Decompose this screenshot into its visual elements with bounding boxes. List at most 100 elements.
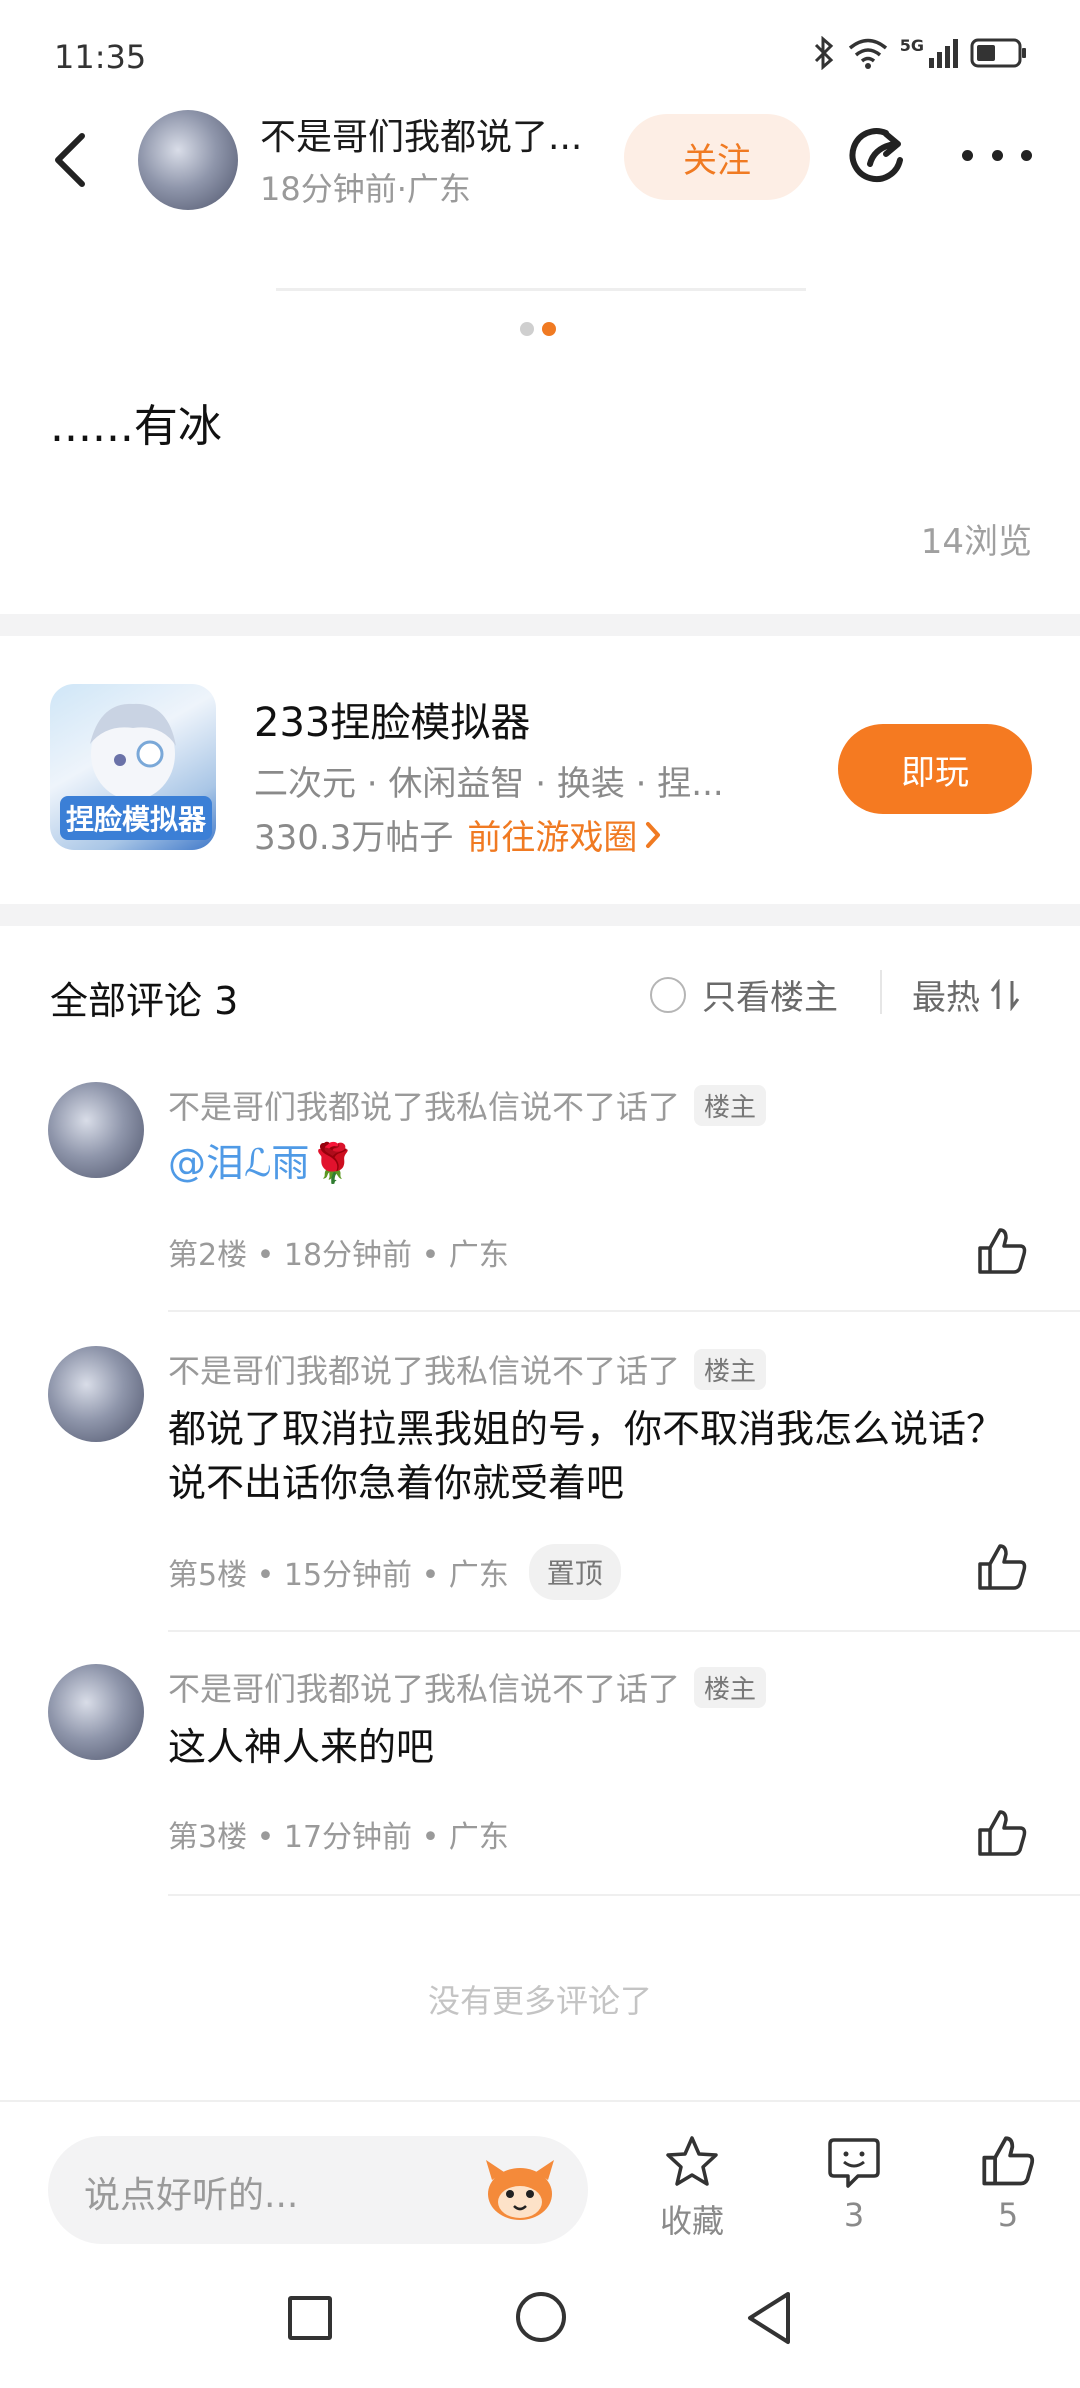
status-bar: 11:35 5G (0, 0, 1080, 100)
op-badge: 楼主 (694, 1666, 767, 1708)
game-posts-count: 330.3万帖子 (254, 818, 454, 858)
vertical-divider (880, 970, 882, 1014)
follow-button[interactable]: 关注 (624, 114, 810, 200)
op-badge: 楼主 (694, 1348, 767, 1390)
favorite-button[interactable]: 收藏 (632, 2134, 752, 2242)
dot-icon (1021, 149, 1032, 161)
comment-text: 都说了取消拉黑我姐的号，你不取消我怎么说话？说不出话你急着你就受着吧 (168, 1407, 1005, 1505)
rose-emoji: 🌹 (309, 1141, 357, 1185)
status-time: 11:35 (54, 38, 147, 76)
thumbs-up-icon (978, 1810, 1027, 1856)
wifi-icon (848, 38, 887, 69)
author-name[interactable]: 不是哥们我都说了... (260, 108, 582, 160)
carousel-dot (520, 322, 534, 336)
sort-button[interactable]: 最热 (912, 970, 1020, 1019)
game-card[interactable]: 捏脸模拟器 233捏脸模拟器 二次元 · 休闲益智 · 换装 · 捏... 33… (0, 638, 1080, 902)
comment-meta: 第5楼 • 15分钟前 • 广东 置顶 (168, 1544, 621, 1600)
bluetooth-icon (814, 36, 833, 70)
comment-text: 这人神人来的吧 (168, 1725, 435, 1769)
star-icon (666, 2136, 718, 2186)
carousel-dot-active (542, 322, 556, 336)
sort-label: 最热 (912, 978, 980, 1018)
comments-title: 全部评论 3 (50, 979, 239, 1023)
commenter-avatar[interactable] (48, 1664, 144, 1760)
mascot-emoji-icon[interactable] (482, 2154, 558, 2224)
comment-like-button[interactable] (976, 1542, 1028, 1594)
comment-text: @泪ℒ雨🌹 (168, 1136, 1028, 1190)
game-title[interactable]: 233捏脸模拟器 (254, 690, 530, 748)
comment-button[interactable]: 3 (794, 2134, 914, 2234)
commenter-name[interactable]: 不是哥们我都说了我私信说不了话了 (168, 1664, 680, 1710)
like-count: 5 (997, 2196, 1019, 2234)
author-avatar[interactable] (138, 110, 238, 210)
commenter-info: 不是哥们我都说了我私信说不了话了 楼主 (168, 1346, 767, 1392)
view-count: 14浏览 (920, 522, 1032, 562)
comments-header: 全部评论 3 只看楼主 最热 (0, 926, 1080, 1066)
pinned-badge: 置顶 (528, 1544, 621, 1600)
system-nav-bar (0, 2250, 1080, 2388)
comment-meta: 第2楼 • 18分钟前 • 广东 (168, 1230, 509, 1274)
comment-divider (168, 1310, 1080, 1312)
only-author-toggle[interactable]: 只看楼主 (650, 970, 838, 1019)
favorite-label: 收藏 (659, 2202, 724, 2240)
battery-icon (970, 38, 1026, 68)
game-circle-link[interactable]: 前往游戏圈 (467, 810, 661, 859)
comment-input-placeholder: 说点好听的... (84, 2175, 299, 2216)
post-body: ......有冰 (50, 401, 222, 452)
game-stats: 330.3万帖子 前往游戏圈 (254, 810, 661, 859)
comment-like-button[interactable] (976, 1226, 1028, 1278)
back-button[interactable] (40, 120, 100, 200)
comment-divider (168, 1894, 1080, 1896)
comment-divider (168, 1630, 1080, 1632)
back-arrow-icon (55, 133, 85, 187)
comment-like-button[interactable] (976, 1808, 1028, 1860)
post-header: 不是哥们我都说了... 18分钟前·广东 关注 (0, 100, 1080, 220)
image-carousel-indicator (520, 322, 556, 336)
dot-icon (991, 149, 1003, 161)
like-button[interactable]: 5 (948, 2134, 1068, 2234)
comment-bubble-icon (828, 2138, 880, 2188)
recent-apps-button[interactable] (288, 2296, 332, 2340)
play-button[interactable]: 即玩 (838, 724, 1032, 814)
post-meta: 18分钟前·广东 (260, 170, 471, 208)
no-more-comments: 没有更多评论了 (427, 1982, 652, 2020)
thumbs-up-icon (978, 1228, 1027, 1274)
comment-meta: 第3楼 • 17分钟前 • 广东 (168, 1812, 509, 1856)
share-button[interactable] (842, 120, 912, 190)
game-icon[interactable]: 捏脸模拟器 (50, 684, 216, 850)
dot-icon (962, 149, 973, 161)
signal-icon (929, 39, 958, 68)
chevron-right-icon (646, 821, 661, 848)
comment-input[interactable]: 说点好听的... (48, 2136, 588, 2244)
comment-floor-info: 第2楼 • 18分钟前 • 广东 (168, 1238, 509, 1273)
commenter-name[interactable]: 不是哥们我都说了我私信说不了话了 (168, 1082, 680, 1128)
game-circle-link-label: 前往游戏圈 (467, 818, 638, 858)
bottom-action-bar: 说点好听的... 收藏 3 5 (0, 2100, 1080, 2250)
comment-floor-info: 第5楼 • 15分钟前 • 广东 (168, 1558, 509, 1593)
commenter-avatar[interactable] (48, 1346, 144, 1442)
user-mention-link[interactable]: @泪ℒ雨 (168, 1141, 309, 1185)
post-image-edge (276, 288, 806, 291)
op-badge: 楼主 (694, 1084, 767, 1126)
more-options-button[interactable] (962, 140, 1032, 170)
comment-count: 3 (843, 2196, 865, 2234)
section-divider (0, 904, 1080, 926)
sort-icon (990, 978, 1020, 1011)
home-button[interactable] (516, 2292, 566, 2342)
network-label: 5G (899, 35, 924, 55)
commenter-avatar[interactable] (48, 1082, 144, 1178)
only-author-label: 只看楼主 (702, 978, 838, 1018)
status-icons: 5G (812, 36, 1028, 70)
system-back-button[interactable] (744, 2290, 794, 2346)
share-icon (849, 128, 903, 183)
commenter-name[interactable]: 不是哥们我都说了我私信说不了话了 (168, 1346, 680, 1392)
comment-item: 不是哥们我都说了我私信说不了话了 楼主 这人神人来的吧 第3楼 • 17分钟前 … (0, 1664, 1080, 1900)
comment-item: 不是哥们我都说了我私信说不了话了 楼主 都说了取消拉黑我姐的号，你不取消我怎么说… (0, 1346, 1080, 1636)
comment-item: 不是哥们我都说了我私信说不了话了 楼主 @泪ℒ雨🌹 第2楼 • 18分钟前 • … (0, 1082, 1080, 1322)
game-tags: 二次元 · 休闲益智 · 换装 · 捏... (254, 764, 724, 804)
commenter-info: 不是哥们我都说了我私信说不了话了 楼主 (168, 1082, 767, 1128)
thumbs-up-icon (978, 1544, 1027, 1590)
comment-floor-info: 第3楼 • 17分钟前 • 广东 (168, 1820, 509, 1855)
game-logo-text: 捏脸模拟器 (60, 796, 213, 840)
commenter-info: 不是哥们我都说了我私信说不了话了 楼主 (168, 1664, 767, 1710)
